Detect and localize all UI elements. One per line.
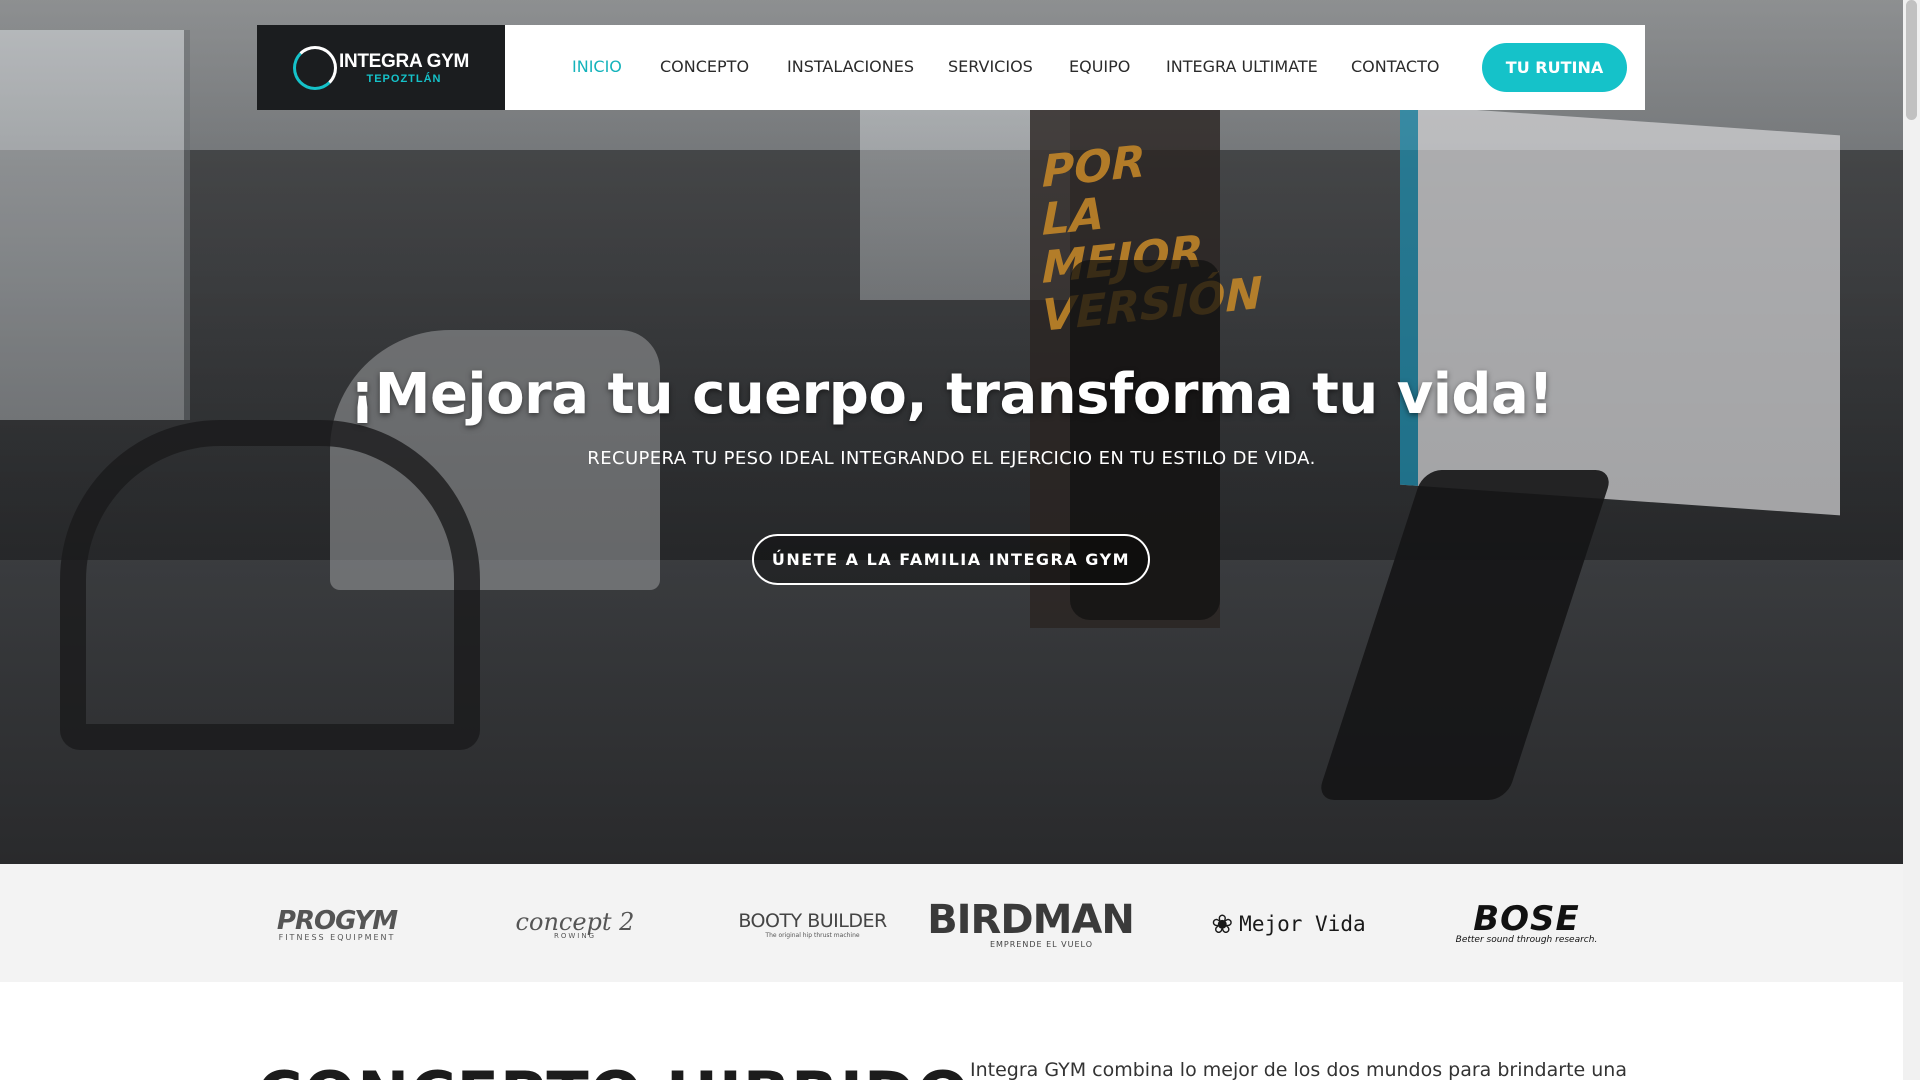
brand-logo-bose: BOSE Better sound through research. [1444, 894, 1609, 954]
brand-logo-birdman: BIRDMAN EMPRENDE EL VUELO [927, 894, 1135, 954]
brand-tagline: FITNESS EQUIPMENT [278, 933, 396, 942]
brand-name: BOSE [1473, 899, 1580, 939]
nav-item-integra-ultimate[interactable]: INTEGRA ULTIMATE [1166, 57, 1318, 76]
join-family-button[interactable]: ÚNETE A LA FAMILIA INTEGRA GYM [752, 534, 1150, 585]
brand-tagline: EMPRENDE EL VUELO [989, 939, 1093, 949]
nav-item-concepto[interactable]: CONCEPTO [660, 57, 749, 76]
scrollbar-thumb[interactable] [1906, 0, 1917, 120]
brand-name: BOOTY BUILDER [738, 909, 887, 932]
nav-item-instalaciones[interactable]: INSTALACIONES [787, 57, 914, 76]
brand-logo-mejor-vida: ❀ Mejor Vida [1206, 894, 1371, 954]
nav-item-servicios[interactable]: SERVICIOS [948, 57, 1033, 76]
brand-name: BIRDMAN [927, 896, 1135, 943]
brands-strip: PROGYM FITNESS EQUIPMENT concept 2 ROWIN… [0, 864, 1903, 982]
hero-subtitle: RECUPERA TU PESO IDEAL INTEGRANDO EL EJE… [587, 448, 1316, 469]
brand-logo-concept2: concept 2 ROWING [494, 894, 656, 954]
main-nav: INICIO CONCEPTO INSTALACIONES SERVICIOS … [505, 25, 1645, 110]
brand-tagline: The original hip thrust machine [765, 931, 860, 939]
logo-subtitle: TEPOZTLÁN [366, 72, 442, 85]
lotus-icon: ❀ [1211, 908, 1234, 939]
ring-logo-icon [292, 45, 337, 90]
brand-name: PROGYM [276, 906, 398, 936]
brand-logo-progym: PROGYM FITNESS EQUIPMENT [257, 894, 417, 954]
logo-name: INTEGRA GYM [338, 50, 470, 72]
site-logo[interactable]: INTEGRA GYM TEPOZTLÁN [257, 25, 505, 110]
brand-name: Mejor Vida [1239, 912, 1366, 936]
logo-text: INTEGRA GYM TEPOZTLÁN [339, 51, 469, 85]
hero-section: POR LA MEJOR VERSIÓN ¡Mejora tu cuerpo, … [0, 0, 1903, 864]
nav-item-inicio[interactable]: INICIO [572, 57, 622, 76]
concept-heading: CONCEPTO HIBRIDO [257, 1058, 970, 1080]
brand-logo-booty-builder: BOOTY BUILDER The original hip thrust ma… [730, 894, 895, 954]
nav-item-contacto[interactable]: CONTACTO [1351, 57, 1439, 76]
brand-tagline: Better sound through research. [1455, 935, 1598, 945]
nav-item-equipo[interactable]: EQUIPO [1069, 57, 1130, 76]
hero-background-bike [60, 420, 480, 750]
hero-title: ¡Mejora tu cuerpo, transforma tu vida! [349, 362, 1554, 427]
concept-text: Integra GYM combina lo mejor de los dos … [970, 1059, 1627, 1080]
brand-tagline: ROWING [553, 932, 597, 940]
page-scrollbar[interactable] [1903, 0, 1920, 1080]
tu-rutina-button[interactable]: TU RUTINA [1482, 43, 1627, 92]
